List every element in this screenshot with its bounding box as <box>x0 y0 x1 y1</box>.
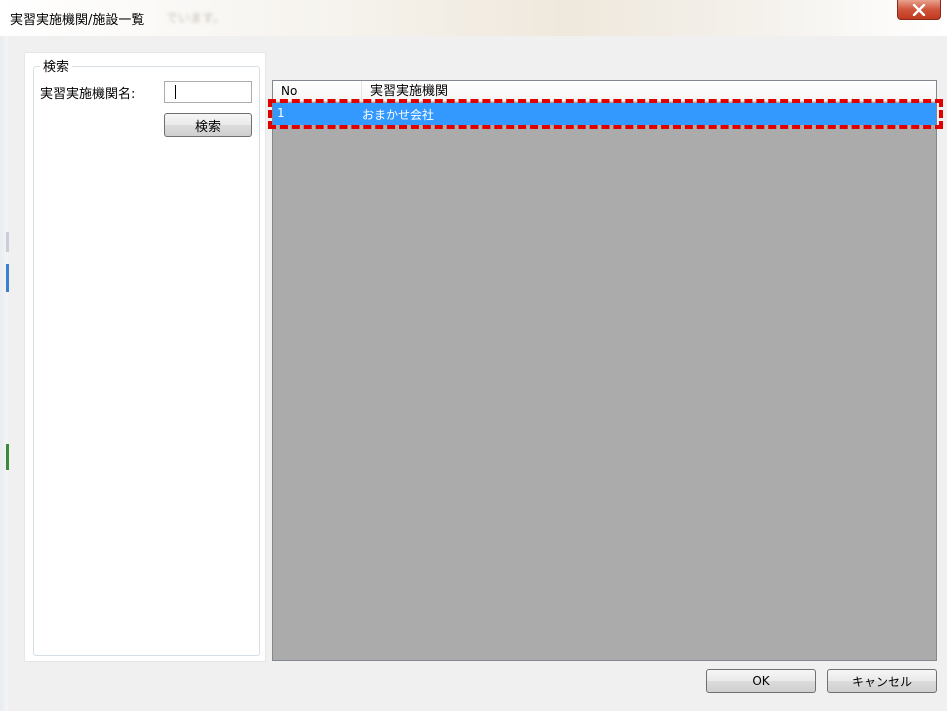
edge-mark <box>6 444 9 470</box>
row-no-cell: 1 <box>277 106 285 120</box>
window-title: 実習実施機関/施設一覧 <box>10 13 145 28</box>
close-button[interactable] <box>897 0 941 20</box>
list-header: No 実習実施機関 <box>273 81 936 102</box>
title-bar: 実習実施機関/施設一覧 でいます。 <box>0 0 947 36</box>
background-window-edge <box>0 36 9 711</box>
edge-mark <box>6 264 9 292</box>
column-header-institution[interactable]: 実習実施機関 <box>362 81 936 102</box>
close-icon <box>912 3 926 16</box>
search-groupbox <box>33 66 260 656</box>
text-caret <box>175 85 176 99</box>
column-header-no[interactable]: No <box>273 81 362 102</box>
institution-name-label: 実習実施機関名: <box>40 87 136 102</box>
row-institution-cell: おまかせ会社 <box>362 108 435 122</box>
list-row-selected[interactable]: 1 おまかせ会社 <box>273 103 936 125</box>
search-button[interactable]: 検索 <box>164 113 252 137</box>
institution-list[interactable] <box>272 80 937 661</box>
ok-button[interactable]: OK <box>706 669 816 693</box>
edge-mark <box>6 232 9 252</box>
window-title-blurred-text: でいます。 <box>166 11 225 25</box>
dialog-window: 実習実施機関/施設一覧 でいます。 検索 実習実施機関名: 検索 No 実習実施… <box>0 0 947 711</box>
search-group-title: 検索 <box>40 56 73 75</box>
institution-name-input[interactable] <box>164 81 252 103</box>
cancel-button[interactable]: キャンセル <box>827 669 937 693</box>
